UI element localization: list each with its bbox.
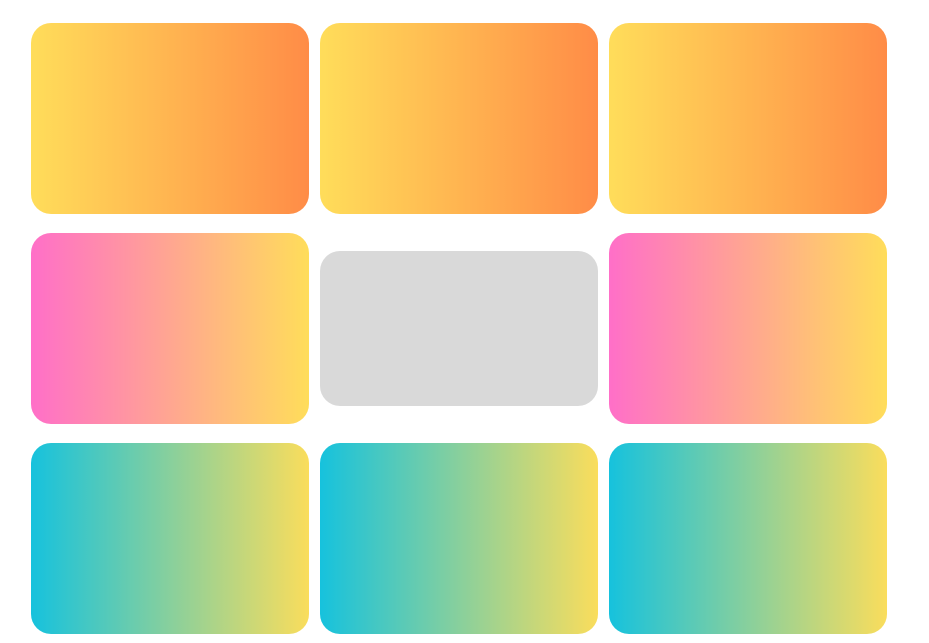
tile-warm-3[interactable]: [609, 23, 887, 214]
tile-teal-1[interactable]: [31, 443, 309, 634]
tile-pink-1[interactable]: [31, 233, 309, 424]
tile-pink-2[interactable]: [609, 233, 887, 424]
gradient-tile-grid: [0, 0, 929, 643]
tile-placeholder: [320, 251, 598, 406]
tile-warm-2[interactable]: [320, 23, 598, 214]
tile-teal-2[interactable]: [320, 443, 598, 634]
tile-warm-1[interactable]: [31, 23, 309, 214]
tile-teal-3[interactable]: [609, 443, 887, 634]
